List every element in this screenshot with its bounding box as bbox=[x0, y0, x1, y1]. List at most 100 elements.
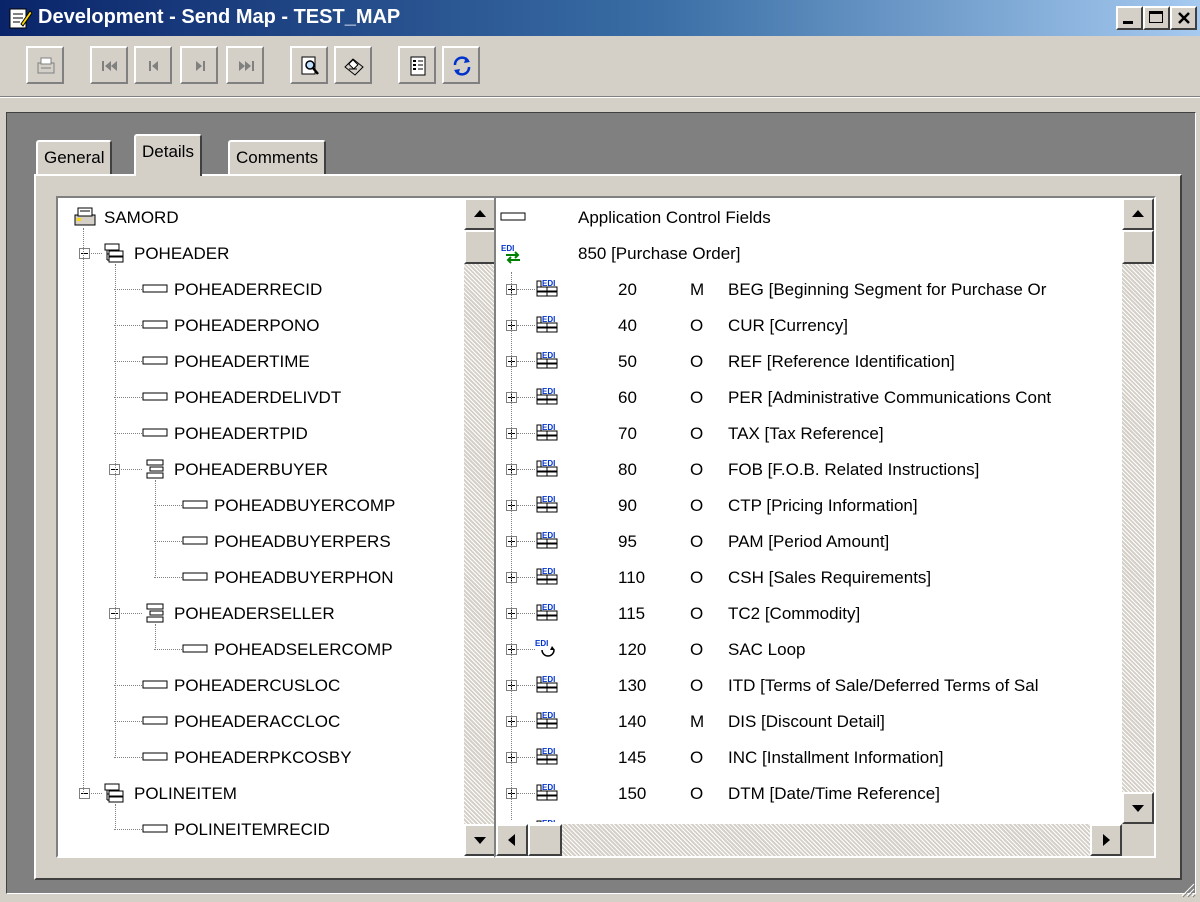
edi-segment-row[interactable]: EDI 140 M DIS [Discount Detail] bbox=[496, 704, 1116, 740]
tab-label: General bbox=[44, 148, 105, 167]
segment-sequence: 20 bbox=[618, 280, 637, 299]
maximize-button[interactable] bbox=[1143, 6, 1170, 30]
tree-item[interactable]: POLINEITEMRECID bbox=[58, 812, 458, 848]
edi-segment-row[interactable]: EDI 110 O CSH [Sales Requirements] bbox=[496, 560, 1116, 596]
tree-connector bbox=[517, 721, 535, 722]
tree-item[interactable]: POHEADERBUYER bbox=[58, 452, 458, 488]
exit-button[interactable] bbox=[26, 46, 64, 84]
edi-segment-row[interactable]: EDI 150 O DTM [Date/Time Reference] bbox=[496, 776, 1116, 812]
tree-item[interactable]: SAMORD bbox=[58, 200, 458, 236]
tree-item-label: POHEADBUYERPERS bbox=[214, 532, 391, 551]
right-horizontal-scrollbar[interactable] bbox=[496, 824, 1122, 856]
minimize-button[interactable] bbox=[1116, 6, 1143, 30]
edi-segment-row[interactable]: EDI 20 M BEG [Beginning Segment for Purchas… bbox=[496, 272, 1116, 308]
field-icon bbox=[142, 710, 168, 737]
next-record-button[interactable] bbox=[180, 46, 218, 84]
send-map-window: Development - Send Map - TEST_MAP Genera… bbox=[0, 0, 1200, 902]
scroll-down-button[interactable] bbox=[1122, 792, 1154, 824]
edi-segment-row[interactable]: EDI 60 O PER [Administrative Communications… bbox=[496, 380, 1116, 416]
previous-record-button[interactable] bbox=[134, 46, 172, 84]
tree-connector bbox=[114, 757, 142, 758]
right-vertical-scrollbar[interactable] bbox=[1122, 198, 1154, 824]
close-button[interactable] bbox=[1170, 6, 1197, 30]
first-record-button[interactable] bbox=[90, 46, 128, 84]
edi-segment-row[interactable]: EDI 90 O CTP [Pricing Information] bbox=[496, 488, 1116, 524]
svg-text:EDI: EDI bbox=[535, 639, 548, 648]
collapse-icon[interactable] bbox=[79, 248, 90, 259]
scroll-thumb[interactable] bbox=[528, 824, 562, 856]
tree-item[interactable]: POLINEITEM bbox=[58, 776, 458, 812]
resize-grip-icon[interactable] bbox=[1178, 880, 1196, 898]
tree-connector bbox=[114, 289, 142, 290]
edi-segment-icon: EDI bbox=[534, 422, 560, 449]
edi-segment-row[interactable]: EDI 145 O INC [Installment Information] bbox=[496, 740, 1116, 776]
edi-segment-row[interactable]: EDI 50 O REF [Reference Identification] bbox=[496, 344, 1116, 380]
tree-item[interactable]: POHEADERPONO bbox=[58, 308, 458, 344]
edi-structure-pane[interactable]: Application Control Fields EDI 850 [Purcha… bbox=[494, 196, 1156, 858]
scroll-up-button[interactable] bbox=[1122, 198, 1154, 230]
tree-item[interactable]: POHEADER bbox=[58, 236, 458, 272]
edi-header-row[interactable]: EDI 850 [Purchase Order] bbox=[496, 236, 1116, 272]
print-button[interactable] bbox=[334, 46, 372, 84]
tab-general[interactable]: General bbox=[36, 140, 113, 174]
title-bar[interactable]: Development - Send Map - TEST_MAP bbox=[0, 0, 1200, 36]
scroll-down-button[interactable] bbox=[464, 824, 494, 856]
scroll-right-button[interactable] bbox=[1090, 824, 1122, 856]
edi-segment-row[interactable]: EDI 70 O TAX [Tax Reference] bbox=[496, 416, 1116, 452]
tree-item[interactable]: POHEADERRECID bbox=[58, 272, 458, 308]
edi-segment-row[interactable]: EDI 95 O PAM [Period Amount] bbox=[496, 524, 1116, 560]
last-record-button[interactable] bbox=[226, 46, 264, 84]
tree-connector bbox=[83, 228, 84, 794]
print-preview-button[interactable] bbox=[290, 46, 328, 84]
tree-item[interactable]: POHEADERCUSLOC bbox=[58, 668, 458, 704]
edi-segment-icon: EDI bbox=[534, 314, 560, 341]
edi-segment-row[interactable]: EDI 40 O CUR [Currency] bbox=[496, 308, 1116, 344]
edi-segment-icon: EDI bbox=[534, 386, 560, 413]
tree-item[interactable]: POHEADERACCLOC bbox=[58, 704, 458, 740]
tree-item[interactable]: POHEADERPKCOSBY bbox=[58, 740, 458, 776]
segment-requirement: O bbox=[690, 496, 704, 515]
field-icon bbox=[142, 422, 168, 449]
tree-item[interactable]: POHEADSELERCOMP bbox=[58, 632, 458, 668]
tab-details[interactable]: Details bbox=[134, 134, 202, 176]
segment-sequence: 40 bbox=[618, 316, 637, 335]
scroll-thumb[interactable] bbox=[1122, 230, 1154, 264]
tree-item[interactable]: POHEADERTPID bbox=[58, 416, 458, 452]
segment-sequence: 80 bbox=[618, 460, 637, 479]
scroll-up-button[interactable] bbox=[464, 198, 494, 230]
edi-segment-row[interactable]: EDI 120 O SAC Loop bbox=[496, 632, 1116, 668]
field-icon bbox=[142, 278, 168, 305]
edi-segment-row[interactable]: EDI 115 O TC2 [Commodity] bbox=[496, 596, 1116, 632]
edi-segment-icon: EDI bbox=[534, 602, 560, 629]
tree-item-label: POHEADERRECID bbox=[174, 280, 323, 299]
tree-item-label: POHEADERCUSLOC bbox=[174, 676, 341, 695]
tree-item[interactable]: POHEADBUYERPHON bbox=[58, 560, 458, 596]
tree-item[interactable]: POHEADERDELIVDT bbox=[58, 380, 458, 416]
exit-icon bbox=[37, 57, 55, 74]
refresh-button[interactable] bbox=[442, 46, 480, 84]
scroll-left-button[interactable] bbox=[496, 824, 528, 856]
properties-button[interactable] bbox=[398, 46, 436, 84]
segment-label: CTP [Pricing Information] bbox=[728, 496, 918, 515]
segment-label: PER [Administrative Communications Cont bbox=[728, 388, 1052, 407]
tree-connector bbox=[517, 469, 535, 470]
tree-connector bbox=[154, 649, 182, 650]
collapse-icon[interactable] bbox=[79, 788, 90, 799]
edi-segment-row[interactable]: EDI 130 O ITD [Terms of Sale/Deferred Terms… bbox=[496, 668, 1116, 704]
tree-connector bbox=[114, 685, 142, 686]
edi-transaction-icon: EDI bbox=[500, 242, 526, 269]
tab-comments[interactable]: Comments bbox=[228, 140, 327, 174]
tree-item[interactable]: POHEADERSELLER bbox=[58, 596, 458, 632]
tree-item[interactable]: POHEADERTIME bbox=[58, 344, 458, 380]
tree-item-label: POHEADBUYERPHON bbox=[214, 568, 394, 587]
tree-item[interactable]: POHEADBUYERPERS bbox=[58, 524, 458, 560]
tree-connector bbox=[154, 505, 182, 506]
segment-sequence: 120 bbox=[618, 640, 647, 659]
left-vertical-scrollbar[interactable] bbox=[464, 198, 494, 856]
tree-item[interactable]: POHEADBUYERCOMP bbox=[58, 488, 458, 524]
scroll-thumb[interactable] bbox=[464, 230, 494, 264]
edi-segment-row[interactable]: EDI 80 O FOB [F.O.B. Related Instructions] bbox=[496, 452, 1116, 488]
application-tree-pane[interactable]: SAMORD POHEADER POHEADERRECID POHEADERPONO P… bbox=[56, 196, 496, 858]
edi-header-row[interactable]: Application Control Fields bbox=[496, 200, 1116, 236]
segment-label: DIS [Discount Detail] bbox=[728, 712, 885, 731]
